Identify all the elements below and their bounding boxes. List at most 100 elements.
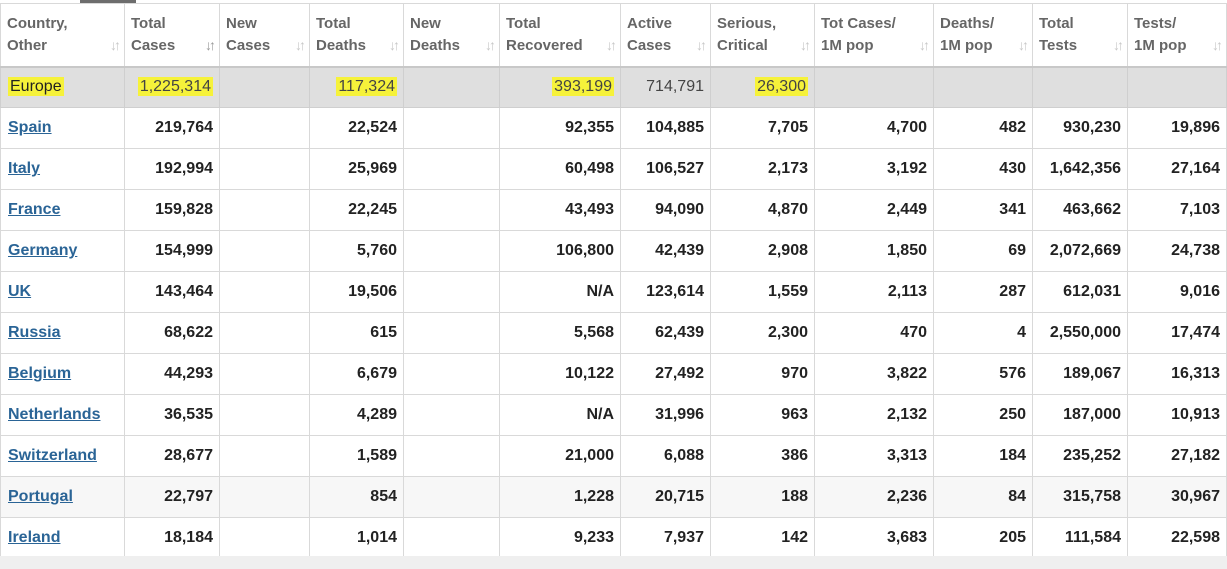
cell-active-cases: 7,937: [620, 517, 711, 559]
column-header-total-recovered[interactable]: Total Recovered ↓↑: [499, 3, 621, 68]
sort-arrows-icon[interactable]: ↓↑: [295, 34, 306, 56]
cell-tests-1m: 19,896: [1127, 107, 1227, 149]
country-link[interactable]: Spain: [8, 119, 52, 136]
column-header-deaths-1m[interactable]: Deaths/1M pop ↓↑: [933, 3, 1033, 68]
country-link[interactable]: Germany: [8, 242, 77, 259]
country-link[interactable]: Italy: [8, 160, 40, 177]
cell-total-deaths: 1,589: [309, 435, 404, 477]
sort-arrows-icon[interactable]: ↓↑: [696, 34, 707, 56]
cell-tot-cases-1m: 4,700: [814, 107, 934, 149]
cell-total-cases: 36,535: [124, 394, 220, 436]
country-link[interactable]: Portugal: [8, 488, 73, 505]
country-link[interactable]: France: [8, 201, 60, 218]
header-label-line1: New: [226, 14, 257, 32]
cell-tests-1m: 27,164: [1127, 148, 1227, 190]
cell-tot-cases-1m: 3,683: [814, 517, 934, 559]
sort-arrows-icon[interactable]: ↓↑: [800, 34, 811, 56]
cell-deaths-1m: 205: [933, 517, 1033, 559]
header-label-line1: Deaths/: [940, 14, 995, 32]
region-cell-tests-1m: [1127, 66, 1227, 108]
cell-tests-1m: 27,182: [1127, 435, 1227, 477]
cell-serious-critical: 1,559: [710, 271, 815, 313]
cell-total-cases: 44,293: [124, 353, 220, 395]
cell-total-tests: 315,758: [1032, 476, 1128, 518]
cell-new-deaths: [403, 148, 500, 190]
cell-total-deaths: 22,524: [309, 107, 404, 149]
cell-active-cases: 27,492: [620, 353, 711, 395]
cell-country: UK: [0, 271, 125, 313]
cell-new-deaths: [403, 230, 500, 272]
cell-total-cases: 154,999: [124, 230, 220, 272]
sort-arrows-icon[interactable]: ↓↑: [485, 34, 496, 56]
country-link[interactable]: Netherlands: [8, 406, 100, 423]
header-label-line1: Total: [1039, 14, 1074, 32]
column-header-active-cases[interactable]: Active Cases ↓↑: [620, 3, 711, 68]
header-label-line2: 1M pop: [940, 36, 993, 54]
sort-arrows-icon[interactable]: ↓↑: [1018, 34, 1029, 56]
table-row: Switzerland 28,677 1,589 21,000 6,088 386 3,31…: [0, 435, 1227, 477]
cell-serious-critical: 142: [710, 517, 815, 559]
header-label-line2: Critical: [717, 36, 768, 54]
cell-tot-cases-1m: 1,850: [814, 230, 934, 272]
highlight-mark: Europe: [8, 77, 64, 97]
table-row: Italy 192,994 25,969 60,498 106,527 2,173 3,19…: [0, 148, 1227, 190]
cell-new-deaths: [403, 435, 500, 477]
header-label-line1: Total: [131, 14, 166, 32]
sort-arrows-icon[interactable]: ↓↑: [606, 34, 617, 56]
cell-total-cases: 219,764: [124, 107, 220, 149]
table-row: Russia 68,622 615 5,568 62,439 2,300 470 4 2,550…: [0, 312, 1227, 354]
sort-arrows-icon[interactable]: ↓↑: [389, 34, 400, 56]
cell-total-cases: 159,828: [124, 189, 220, 231]
cell-deaths-1m: 250: [933, 394, 1033, 436]
country-link[interactable]: Ireland: [8, 529, 60, 546]
horizontal-scrollbar[interactable]: [0, 556, 1227, 569]
sort-arrows-icon[interactable]: ↓↑: [1113, 34, 1124, 56]
column-header-tot-cases-1m[interactable]: Tot Cases/1M pop ↓↑: [814, 3, 934, 68]
column-header-total-cases[interactable]: Total Cases ↓↑: [124, 3, 220, 68]
table-row: Germany 154,999 5,760 106,800 42,439 2,908 1,8…: [0, 230, 1227, 272]
region-cell-deaths-1m: [933, 66, 1033, 108]
cell-country: Switzerland: [0, 435, 125, 477]
cell-new-cases: [219, 394, 310, 436]
country-link[interactable]: Russia: [8, 324, 60, 341]
cell-new-cases: [219, 435, 310, 477]
cell-total-tests: 612,031: [1032, 271, 1128, 313]
cell-country: Portugal: [0, 476, 125, 518]
cell-new-cases: [219, 271, 310, 313]
column-header-total-tests[interactable]: Total Tests ↓↑: [1032, 3, 1128, 68]
sort-descending-icon[interactable]: ↓↑: [205, 34, 216, 56]
cell-serious-critical: 7,705: [710, 107, 815, 149]
cell-deaths-1m: 184: [933, 435, 1033, 477]
country-link[interactable]: Belgium: [8, 365, 71, 382]
cell-total-recovered: 1,228: [499, 476, 621, 518]
column-header-tests-1m[interactable]: Tests/1M pop ↓↑: [1127, 3, 1227, 68]
header-label-line2: Tests: [1039, 36, 1078, 54]
cell-tot-cases-1m: 2,132: [814, 394, 934, 436]
country-link[interactable]: Switzerland: [8, 447, 97, 464]
header-label-line2: 1M pop: [1134, 36, 1187, 54]
country-link[interactable]: UK: [8, 283, 31, 300]
header-label-line2: Deaths: [410, 36, 461, 54]
column-header-new-deaths[interactable]: New Deaths ↓↑: [403, 3, 500, 68]
column-header-serious-critical[interactable]: Serious, Critical ↓↑: [710, 3, 815, 68]
cell-tot-cases-1m: 3,192: [814, 148, 934, 190]
cell-tot-cases-1m: 470: [814, 312, 934, 354]
cell-country: Russia: [0, 312, 125, 354]
cell-new-deaths: [403, 517, 500, 559]
column-header-country[interactable]: Country, Other ↓↑: [0, 3, 125, 68]
cell-deaths-1m: 341: [933, 189, 1033, 231]
header-label-line2: Cases: [627, 36, 672, 54]
region-cell-country: Europe: [0, 66, 125, 108]
cell-total-deaths: 615: [309, 312, 404, 354]
column-header-total-deaths[interactable]: Total Deaths ↓↑: [309, 3, 404, 68]
sort-arrows-icon[interactable]: ↓↑: [1212, 34, 1223, 56]
sort-arrows-icon[interactable]: ↓↑: [919, 34, 930, 56]
sort-arrows-icon[interactable]: ↓↑: [110, 34, 121, 56]
cell-new-deaths: [403, 312, 500, 354]
cell-serious-critical: 2,173: [710, 148, 815, 190]
cell-total-deaths: 5,760: [309, 230, 404, 272]
column-header-new-cases[interactable]: New Cases ↓↑: [219, 3, 310, 68]
cell-total-tests: 2,550,000: [1032, 312, 1128, 354]
header-label-line2: Deaths: [316, 36, 367, 54]
cell-total-deaths: 4,289: [309, 394, 404, 436]
